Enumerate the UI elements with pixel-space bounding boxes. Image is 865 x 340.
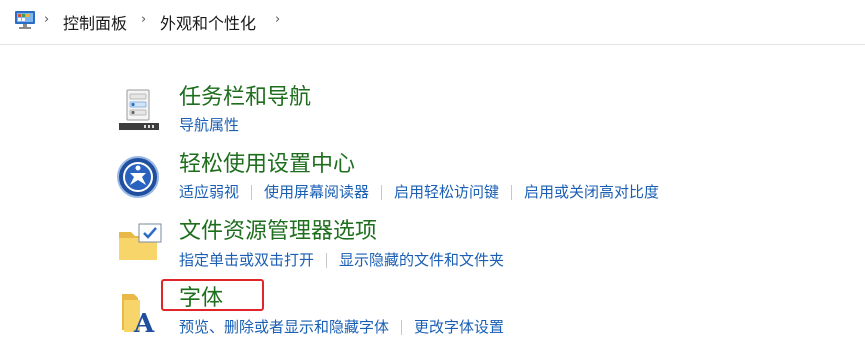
link-separator [251,185,253,200]
control-panel-icon[interactable] [14,9,36,31]
access-keys-link[interactable]: 启用轻松访问键 [394,185,499,200]
chevron-right-icon: › [44,12,50,27]
address-bar: › 控制面板 › 外观和个性化 › [0,0,865,45]
breadcrumb-item-appearance[interactable]: 外观和个性化 [160,10,256,34]
chevron-right-icon: › [141,12,147,27]
file-explorer-options-title[interactable]: 文件资源管理器选项 [179,221,377,243]
navigation-properties-link[interactable]: 导航属性 [179,118,239,133]
link-separator [401,320,403,335]
ease-of-access-title[interactable]: 轻松使用设置中心 [179,154,355,176]
ease-of-access-icon[interactable] [116,155,160,203]
breadcrumb-item-control-panel[interactable]: 控制面板 [63,10,127,34]
high-contrast-link[interactable]: 启用或关闭高对比度 [524,185,659,200]
taskbar-links: 导航属性 [179,118,239,133]
fonts-icon[interactable]: A [118,290,162,340]
screen-reader-link[interactable]: 使用屏幕阅读器 [264,185,369,200]
ease-of-access-links: 适应弱视 使用屏幕阅读器 启用轻松访问键 启用或关闭高对比度 [179,185,659,200]
taskbar-navigation-title[interactable]: 任务栏和导航 [179,87,311,109]
file-explorer-links: 指定单击或双击打开 显示隐藏的文件和文件夹 [179,253,504,268]
svg-text:A: A [133,309,155,336]
link-separator [381,185,383,200]
preview-delete-fonts-link[interactable]: 预览、删除或者显示和隐藏字体 [179,320,389,335]
taskbar-icon[interactable] [118,88,160,136]
chevron-right-icon[interactable]: › [275,12,280,27]
fonts-links: 预览、删除或者显示和隐藏字体 更改字体设置 [179,320,504,335]
folder-options-icon[interactable] [117,222,163,268]
link-separator [511,185,513,200]
single-double-click-link[interactable]: 指定单击或双击打开 [179,253,314,268]
low-vision-link[interactable]: 适应弱视 [179,185,239,200]
change-font-settings-link[interactable]: 更改字体设置 [414,320,504,335]
link-separator [326,253,328,268]
fonts-highlight-box [161,279,264,311]
show-hidden-files-link[interactable]: 显示隐藏的文件和文件夹 [339,253,504,268]
